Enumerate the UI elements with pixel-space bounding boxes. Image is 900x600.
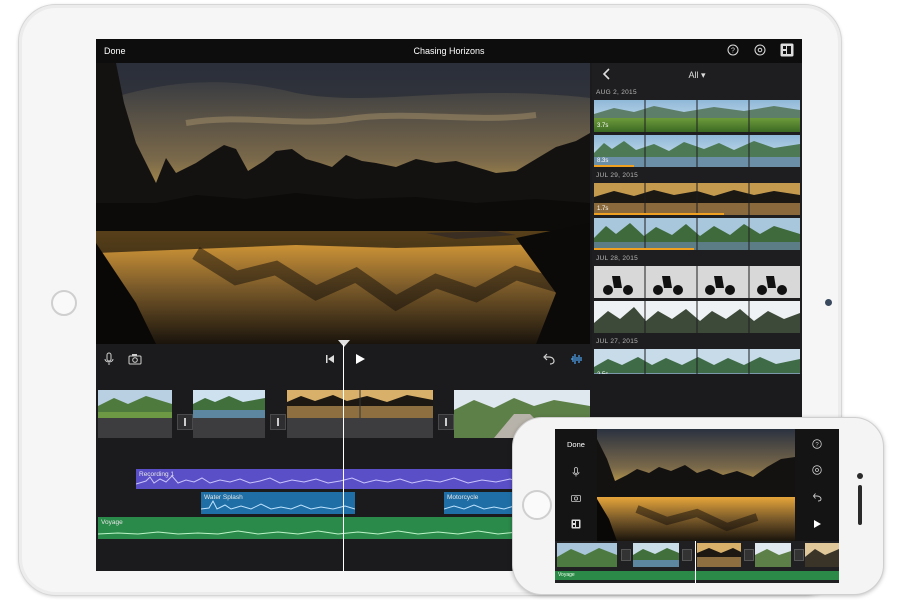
undo-icon[interactable] <box>542 352 556 366</box>
timeline-clip[interactable] <box>697 543 741 567</box>
clip-duration: 8.3s <box>597 158 609 164</box>
mountain-clip-thumb <box>557 543 617 567</box>
svg-text:?: ? <box>815 442 819 448</box>
music-waveform <box>97 530 559 535</box>
filter-dropdown[interactable]: All ▾ <box>592 70 802 81</box>
transition-button[interactable] <box>270 414 286 430</box>
iphone-music-track[interactable] <box>555 571 839 580</box>
playhead[interactable] <box>343 344 344 571</box>
project-title: Chasing Horizons <box>413 46 485 56</box>
rice-field-thumbnails <box>594 100 800 132</box>
timeline-clip[interactable] <box>287 390 433 438</box>
clip-strip[interactable]: 3.7s <box>594 100 800 132</box>
peaks-clip-thumb <box>805 543 839 567</box>
timeline-clip[interactable] <box>633 543 679 567</box>
clip-strip[interactable]: 1.7s <box>594 183 800 215</box>
date-header: AUG 2, 2015 <box>596 89 637 96</box>
transition-button[interactable] <box>177 414 193 430</box>
timeline-clip[interactable] <box>805 543 839 567</box>
track-label-water: Water Splash <box>204 494 243 501</box>
date-header: JUL 28, 2015 <box>596 255 639 262</box>
transition-button[interactable] <box>621 549 631 561</box>
play-icon[interactable] <box>812 519 822 529</box>
green-peaks-thumbnails <box>594 218 800 250</box>
svg-text:?: ? <box>731 48 735 55</box>
ipad-camera <box>825 299 832 306</box>
timeline-clip[interactable] <box>193 390 265 438</box>
transition-button[interactable] <box>438 414 454 430</box>
iphone-track-label-music: Voyage <box>558 572 575 578</box>
date-header: JUL 27, 2015 <box>596 338 639 345</box>
clip-strip[interactable] <box>594 218 800 250</box>
help-icon[interactable]: ? <box>812 439 822 449</box>
clip-strip[interactable] <box>594 301 800 333</box>
clip-duration: 1.7s <box>597 206 609 212</box>
green-river-clip-thumb <box>633 543 679 567</box>
iphone-device: Done ? Voyage <box>512 417 884 595</box>
play-icon[interactable] <box>353 352 367 366</box>
sunset-karst-river-image <box>597 429 795 541</box>
recording-waveform <box>135 475 569 485</box>
undo-icon[interactable] <box>812 492 822 502</box>
iphone-video-viewer[interactable] <box>597 429 795 541</box>
iphone-speaker <box>858 485 862 525</box>
music-track[interactable] <box>97 517 559 539</box>
track-label-music: Voyage <box>101 519 123 526</box>
iphone-done-button[interactable]: Done <box>567 440 585 449</box>
date-header: JUL 29, 2015 <box>596 172 639 179</box>
media-browser-icon[interactable] <box>780 43 794 57</box>
microphone-icon[interactable] <box>102 352 116 366</box>
recording-track[interactable] <box>135 469 569 489</box>
settings-icon[interactable] <box>754 44 766 56</box>
mountain-clip-thumb <box>98 390 172 418</box>
camera-icon[interactable] <box>571 493 581 503</box>
bright-peaks-thumbnails <box>594 301 800 333</box>
cyclist-silhouette-thumbnails <box>594 266 800 298</box>
media-browser-icon[interactable] <box>571 519 581 529</box>
iphone-timeline[interactable]: Voyage <box>555 541 839 583</box>
iphone-right-panel: ? <box>795 429 839 541</box>
skip-to-start-icon[interactable] <box>323 352 337 366</box>
clip-strip[interactable]: 8.3s <box>594 135 800 167</box>
dusk-river-clip-thumb <box>287 390 433 418</box>
ipad-home-button[interactable] <box>51 290 77 316</box>
clip-duration: 3.7s <box>597 123 609 129</box>
transition-button[interactable] <box>744 549 754 561</box>
used-range-bar <box>594 165 634 167</box>
transition-button[interactable] <box>682 549 692 561</box>
clip-strip[interactable] <box>594 266 800 298</box>
imovie-iphone-screen: Done ? Voyage <box>555 429 839 583</box>
media-browser: All ▾ AUG 2, 2015 3.7s 8.3s JUL 29, 2015… <box>592 63 802 419</box>
iphone-playhead[interactable] <box>695 541 696 583</box>
browser-header: All ▾ <box>592 63 802 87</box>
iphone-home-button[interactable] <box>522 490 552 520</box>
playhead-handle[interactable] <box>338 340 350 347</box>
timeline-clip[interactable] <box>557 543 617 567</box>
dusk-river-thumbnails <box>594 183 800 215</box>
camera-icon[interactable] <box>128 352 142 366</box>
video-viewer[interactable] <box>96 63 590 344</box>
microphone-icon[interactable] <box>571 467 581 477</box>
iphone-camera <box>857 473 863 479</box>
track-label-recording: Recording 1 <box>139 471 175 478</box>
iphone-left-panel: Done <box>555 429 597 541</box>
timeline-clip[interactable] <box>98 390 172 438</box>
used-range-bar <box>594 248 694 250</box>
road-clip-thumb <box>755 543 791 567</box>
settings-icon[interactable] <box>812 465 822 475</box>
track-label-moto: Motorcycle <box>447 494 479 501</box>
help-icon[interactable]: ? <box>727 44 739 56</box>
green-river-clip-thumb <box>193 390 265 418</box>
karst-river-thumbnails <box>594 135 800 167</box>
sunset-karst-river-image <box>96 63 590 344</box>
used-range-bar <box>594 213 724 215</box>
transition-button[interactable] <box>794 549 804 561</box>
dusk-river-clip-thumb <box>697 543 741 567</box>
audio-waveform-icon[interactable] <box>570 352 584 366</box>
top-bar: Done Chasing Horizons ? <box>96 39 802 63</box>
timeline-clip[interactable] <box>755 543 791 567</box>
